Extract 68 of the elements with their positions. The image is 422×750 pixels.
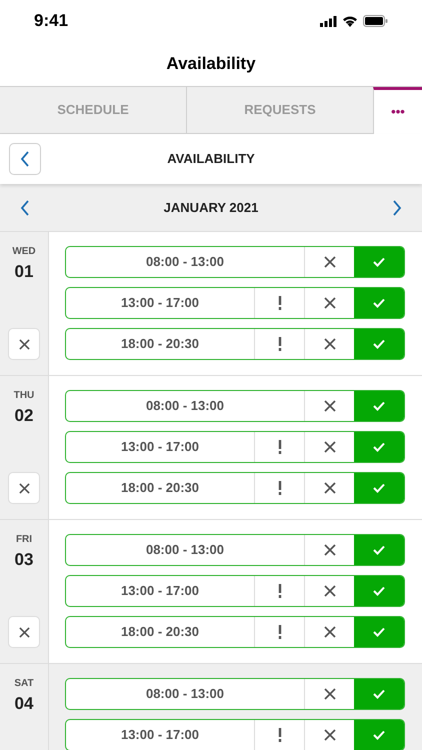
tab[interactable]: REQUESTS <box>186 87 373 134</box>
day-number: 02 <box>14 405 34 427</box>
clear-day-button[interactable] <box>8 472 40 504</box>
page-title: Availability <box>166 53 256 76</box>
time-range: 13:00 - 17:00 <box>120 726 200 744</box>
status-time: 9:41 <box>34 10 68 32</box>
check-icon <box>373 401 385 411</box>
signal-icon <box>320 16 337 26</box>
day-number: 01 <box>14 261 34 283</box>
weekday-label: SAT <box>14 678 34 690</box>
time-range: 08:00 - 13:00 <box>144 541 226 560</box>
exclamation-icon <box>278 296 282 310</box>
close-icon <box>18 338 30 350</box>
close-icon <box>324 256 336 268</box>
time-range: 13:00 - 17:00 <box>120 294 200 312</box>
check-icon <box>373 257 385 267</box>
month-title: JANUARY 2021 <box>164 198 258 217</box>
close-icon <box>324 338 336 350</box>
weekday-label: THU <box>14 390 34 402</box>
time-range: 08:00 - 13:00 <box>144 685 226 704</box>
check-icon <box>373 442 385 452</box>
time-range: 18:00 - 20:30 <box>120 479 200 498</box>
more-tab[interactable]: ••• <box>373 87 422 134</box>
close-icon <box>324 729 336 741</box>
battery-icon <box>363 15 388 27</box>
exclamation-icon <box>278 481 282 495</box>
tab[interactable]: SCHEDULE <box>0 87 186 134</box>
check-icon <box>373 545 385 555</box>
exclamation-icon <box>278 625 282 639</box>
section-title: AVAILABILITY <box>166 150 256 168</box>
time-range: 13:00 - 17:00 <box>120 438 200 456</box>
time-range: 18:00 - 20:30 <box>120 335 200 354</box>
close-icon <box>324 482 336 494</box>
time-range: 18:00 - 20:30 <box>120 623 200 642</box>
close-icon <box>18 626 30 638</box>
close-icon <box>18 482 30 494</box>
close-icon <box>324 400 336 412</box>
close-icon <box>324 626 336 638</box>
weekday-label: FRI <box>16 534 32 546</box>
check-icon <box>373 730 385 740</box>
next-month-icon[interactable] <box>392 200 402 216</box>
day-number: 04 <box>14 693 34 715</box>
check-icon <box>373 339 385 349</box>
time-range: 08:00 - 13:00 <box>144 253 226 272</box>
exclamation-icon <box>278 440 282 454</box>
close-icon <box>324 585 336 597</box>
check-icon <box>373 627 385 637</box>
check-icon <box>373 298 385 308</box>
weekday-label: WED <box>12 246 36 258</box>
time-range: 13:00 - 17:00 <box>120 582 200 600</box>
time-range: 08:00 - 13:00 <box>144 397 226 416</box>
check-icon <box>373 483 385 493</box>
close-icon <box>324 688 336 700</box>
back-icon[interactable] <box>20 151 30 167</box>
exclamation-icon <box>278 584 282 598</box>
check-icon <box>373 586 385 596</box>
back-button[interactable] <box>9 143 41 175</box>
day-number: 03 <box>14 549 34 571</box>
exclamation-icon <box>278 337 282 351</box>
close-icon <box>324 441 336 453</box>
clear-day-button[interactable] <box>8 328 40 360</box>
previous-month-icon[interactable] <box>20 200 30 216</box>
close-icon <box>324 544 336 556</box>
close-icon <box>324 297 336 309</box>
exclamation-icon <box>278 728 282 742</box>
check-icon <box>373 689 385 699</box>
clear-day-button[interactable] <box>8 616 40 648</box>
wifi-icon <box>342 15 358 27</box>
